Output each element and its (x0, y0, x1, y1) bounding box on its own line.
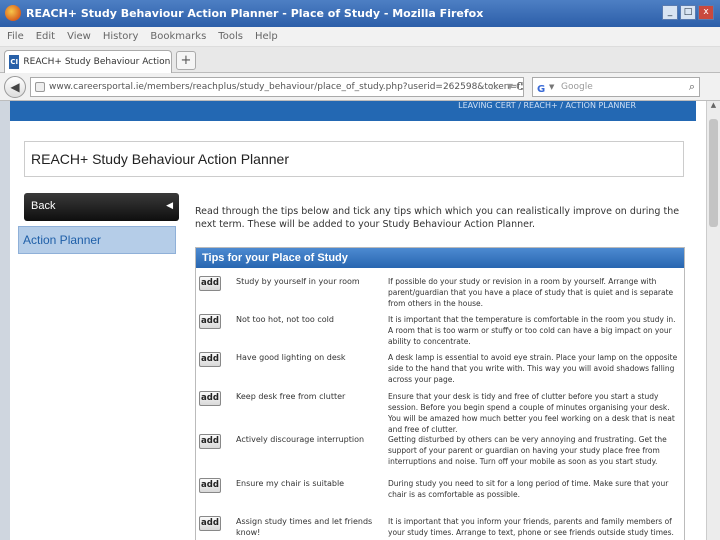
tab-title: REACH+ Study Behaviour Action Planner - … (23, 57, 171, 67)
tip-title: Ensure my chair is suitable (236, 479, 345, 488)
close-button[interactable]: x (698, 5, 714, 20)
tip-title: Keep desk free from clutter (236, 392, 346, 401)
url-bar[interactable]: www.careersportal.ie/members/reachplus/s… (30, 77, 524, 97)
menu-bookmarks[interactable]: Bookmarks (150, 31, 206, 42)
window-controls: _ □ x (662, 5, 714, 20)
tip-description: It is important that you inform your fri… (388, 517, 674, 540)
site-favicon-icon: CI (9, 55, 20, 69)
scroll-up-icon[interactable]: ▲ (707, 101, 720, 114)
maximize-button[interactable]: □ (680, 5, 696, 20)
tab-bar: CI REACH+ Study Behaviour Action Planner… (0, 47, 720, 73)
sidebar-item-label: Action Planner (23, 233, 102, 247)
tip-title: Have good lighting on desk (236, 353, 346, 362)
menu-bar: File Edit View History Bookmarks Tools H… (0, 27, 720, 47)
menu-tools[interactable]: Tools (218, 31, 243, 42)
tips-table: Tips for your Place of Study add Study b… (195, 247, 685, 540)
breadcrumb: LEAVING CERT / REACH+ / ACTION PLANNER (458, 101, 636, 110)
page-content: LEAVING CERT / REACH+ / ACTION PLANNER R… (0, 101, 706, 540)
bookmark-star-icon[interactable]: ☆ (489, 78, 499, 96)
menu-history[interactable]: History (103, 31, 139, 42)
search-input[interactable]: G ▼ Google ⌕ (532, 77, 700, 97)
page-scrollbar[interactable]: ▲ (706, 101, 720, 540)
add-tip-button[interactable]: add (199, 314, 221, 329)
search-icon[interactable]: ⌕ (689, 78, 695, 96)
tip-description: Getting disturbed by others can be very … (388, 435, 667, 466)
tip-title: Assign study times and let friends know! (236, 517, 373, 537)
back-button[interactable]: Back ◀ (24, 193, 179, 221)
minimize-button[interactable]: _ (662, 5, 678, 20)
add-tip-button[interactable]: add (199, 276, 221, 291)
search-engine-dropdown-icon[interactable]: ▼ (549, 78, 554, 96)
firefox-logo-icon (5, 5, 21, 21)
add-tip-button[interactable]: add (199, 352, 221, 367)
url-text: www.careersportal.ie/members/reachplus/s… (49, 82, 523, 92)
tips-header: Tips for your Place of Study (196, 248, 684, 268)
search-placeholder: Google (561, 82, 593, 92)
new-tab-button[interactable]: + (176, 51, 196, 70)
site-identity-icon[interactable] (35, 82, 45, 92)
add-tip-button[interactable]: add (199, 516, 221, 531)
google-icon[interactable]: G (537, 81, 545, 99)
back-button-label: Back (31, 200, 56, 212)
page-title: REACH+ Study Behaviour Action Planner (31, 151, 289, 167)
window-titlebar: REACH+ Study Behaviour Action Planner - … (0, 0, 720, 27)
add-tip-button[interactable]: add (199, 434, 221, 449)
tip-description: It is important that the temperature is … (388, 315, 676, 346)
tip-description: A desk lamp is essential to avoid eye st… (388, 353, 678, 384)
menu-file[interactable]: File (7, 31, 24, 42)
intro-text: Read through the tips below and tick any… (195, 206, 680, 230)
page-left-margin (0, 101, 10, 540)
tip-title: Study by yourself in your room (236, 277, 360, 286)
menu-help[interactable]: Help (255, 31, 278, 42)
sidebar-item-action-planner[interactable]: Action Planner (18, 226, 176, 254)
menu-view[interactable]: View (67, 31, 91, 42)
tip-description: If possible do your study or revision in… (388, 277, 674, 308)
navigation-bar: ◀ www.careersportal.ie/members/reachplus… (0, 73, 720, 101)
add-tip-button[interactable]: add (199, 391, 221, 406)
page-title-box: REACH+ Study Behaviour Action Planner (24, 141, 684, 177)
tip-title: Not too hot, not too cold (236, 315, 334, 324)
scrollbar-thumb[interactable] (709, 119, 718, 227)
browser-back-button[interactable]: ◀ (4, 76, 26, 98)
tip-description: Ensure that your desk is tidy and free o… (388, 392, 675, 434)
tab-action-planner[interactable]: CI REACH+ Study Behaviour Action Planner… (4, 50, 172, 73)
site-header-bar: LEAVING CERT / REACH+ / ACTION PLANNER (10, 101, 696, 121)
tip-description: During study you need to sit for a long … (388, 479, 669, 499)
add-tip-button[interactable]: add (199, 478, 221, 493)
url-dropdown-icon[interactable]: ▼ (507, 78, 513, 96)
menu-edit[interactable]: Edit (36, 31, 55, 42)
tip-title: Actively discourage interruption (236, 435, 365, 444)
reload-icon[interactable]: C (516, 80, 524, 93)
back-arrow-icon: ◀ (166, 201, 173, 211)
window-title: REACH+ Study Behaviour Action Planner - … (26, 7, 484, 20)
